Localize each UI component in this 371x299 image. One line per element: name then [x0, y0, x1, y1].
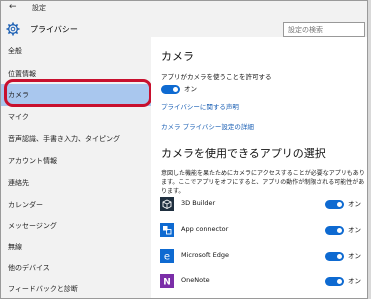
toggle-app-connector[interactable]	[325, 226, 344, 235]
page-title: プライバシー	[30, 25, 78, 34]
apps-section-title: カメラを使用できるアプリの選択	[161, 147, 326, 160]
allow-camera-label: アプリがカメラを使うことを許可する	[161, 73, 272, 81]
edge-icon: e	[160, 249, 174, 263]
sidebar-item-contacts[interactable]: 連絡先	[1, 172, 151, 194]
sidebar-item-speech[interactable]: 音声認識、手書き入力、タイピング	[1, 128, 151, 150]
toggle-3d-builder[interactable]	[325, 200, 344, 209]
app-connector-icon	[160, 223, 174, 237]
3d-builder-icon	[160, 197, 174, 211]
sidebar-item-general[interactable]: 全般	[1, 40, 151, 62]
toggle-edge[interactable]	[325, 252, 344, 261]
main-content: カメラ アプリがカメラを使うことを許可する オン プライバシーに関する声明 カメ…	[151, 37, 367, 298]
sidebar-nav: 全般 位置情報 カメラ マイク 音声認識、手書き入力、タイピング アカウント情報…	[1, 37, 151, 298]
svg-text:N: N	[163, 278, 171, 288]
sidebar-item-feedback[interactable]: フィードバックと診断	[1, 278, 151, 298]
gear-icon	[6, 22, 20, 36]
state-3d-builder: オン	[348, 200, 361, 208]
settings-search-input[interactable]	[283, 22, 365, 37]
sidebar-item-microphone[interactable]: マイク	[1, 106, 151, 128]
settings-window: ← 設定 プライバシー 全般 位置情報 カメラ マイク 音声認識、手書き入力、タ…	[0, 0, 368, 299]
window-title: 設定	[32, 4, 46, 12]
app-name-app-connector: App connector	[181, 225, 229, 233]
privacy-statement-link[interactable]: プライバシーに関する声明	[161, 103, 239, 112]
section-title-camera: カメラ	[161, 50, 194, 63]
state-onenote: オン	[348, 277, 361, 285]
selection-highlight-ring	[4, 79, 152, 107]
sidebar-item-calendar[interactable]: カレンダー	[1, 194, 151, 216]
allow-camera-toggle[interactable]	[161, 85, 180, 94]
allow-camera-state: オン	[184, 85, 197, 93]
title-bar: ← 設定	[1, 1, 367, 15]
sidebar-item-other-devices[interactable]: 他のデバイス	[1, 257, 151, 279]
app-name-3d-builder: 3D Builder	[181, 199, 216, 207]
state-app-connector: オン	[348, 226, 361, 234]
app-name-edge: Microsoft Edge	[181, 251, 230, 259]
state-edge: オン	[348, 252, 361, 260]
toggle-onenote[interactable]	[325, 277, 344, 286]
camera-privacy-details-link[interactable]: カメラ プライバシー設定の詳細	[161, 123, 254, 132]
sidebar-item-account-info[interactable]: アカウント情報	[1, 150, 151, 172]
back-arrow-icon[interactable]: ←	[9, 2, 17, 13]
svg-text:e: e	[164, 252, 170, 263]
sidebar-item-radios[interactable]: 無線	[1, 236, 151, 258]
app-name-onenote: OneNote	[181, 276, 210, 284]
apps-description: 意図した機能を果たためにカメラにアクセスすることが必要なアプリもあります。ここで…	[161, 170, 365, 195]
onenote-icon: N	[160, 274, 174, 288]
sidebar-item-messaging[interactable]: メッセージング	[1, 215, 151, 237]
